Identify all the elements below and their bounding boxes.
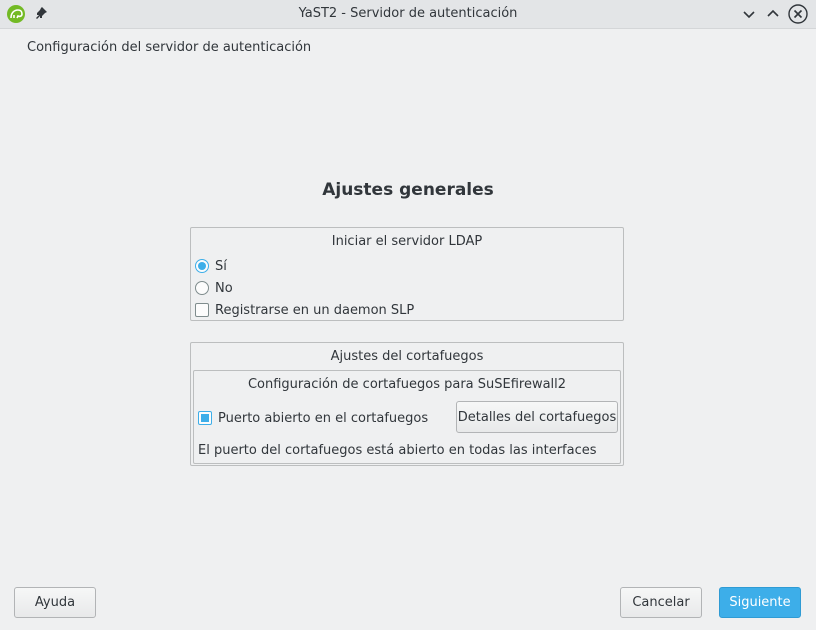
- slp-checkbox-row[interactable]: Registrarse en un daemon SLP: [195, 301, 414, 319]
- next-button[interactable]: Siguiente: [719, 587, 801, 618]
- radio-label-no: No: [215, 280, 233, 296]
- ldap-server-group: Iniciar el servidor LDAP Sí No Registrar…: [190, 227, 624, 321]
- firewall-details-button[interactable]: Detalles del cortafuegos: [456, 401, 618, 433]
- open-port-checkbox[interactable]: [198, 411, 212, 425]
- susefirewall-group-title: Configuración de cortafuegos para SuSEfi…: [247, 377, 567, 392]
- radio-label-yes: Sí: [215, 258, 227, 274]
- ldap-group-title: Iniciar el servidor LDAP: [331, 234, 483, 249]
- page-heading: Ajustes generales: [322, 180, 494, 200]
- help-button[interactable]: Ayuda: [14, 587, 96, 618]
- radio-start-no[interactable]: No: [195, 279, 233, 297]
- radio-button-yes[interactable]: [195, 259, 209, 273]
- minimize-icon[interactable]: [740, 5, 758, 23]
- radio-button-no[interactable]: [195, 281, 209, 295]
- window-titlebar: YaST2 - Servidor de autenticación: [0, 0, 816, 29]
- firewall-status-text: El puerto del cortafuegos está abierto e…: [198, 443, 597, 458]
- firewall-settings-group: Ajustes del cortafuegos Configuración de…: [190, 342, 624, 466]
- dialog-subtitle: Configuración del servidor de autenticac…: [27, 40, 312, 55]
- open-port-checkbox-row[interactable]: Puerto abierto en el cortafuegos: [198, 409, 428, 427]
- radio-start-yes[interactable]: Sí: [195, 257, 227, 275]
- susefirewall-group: Configuración de cortafuegos para SuSEfi…: [193, 370, 621, 464]
- firewall-group-title: Ajustes del cortafuegos: [330, 349, 484, 364]
- close-icon[interactable]: [788, 4, 808, 24]
- maximize-icon[interactable]: [764, 5, 782, 23]
- cancel-button[interactable]: Cancelar: [620, 587, 702, 618]
- slp-checkbox-label: Registrarse en un daemon SLP: [215, 302, 415, 318]
- open-port-label: Puerto abierto en el cortafuegos: [218, 410, 429, 426]
- slp-checkbox[interactable]: [195, 303, 209, 317]
- window-title: YaST2 - Servidor de autenticación: [298, 6, 518, 21]
